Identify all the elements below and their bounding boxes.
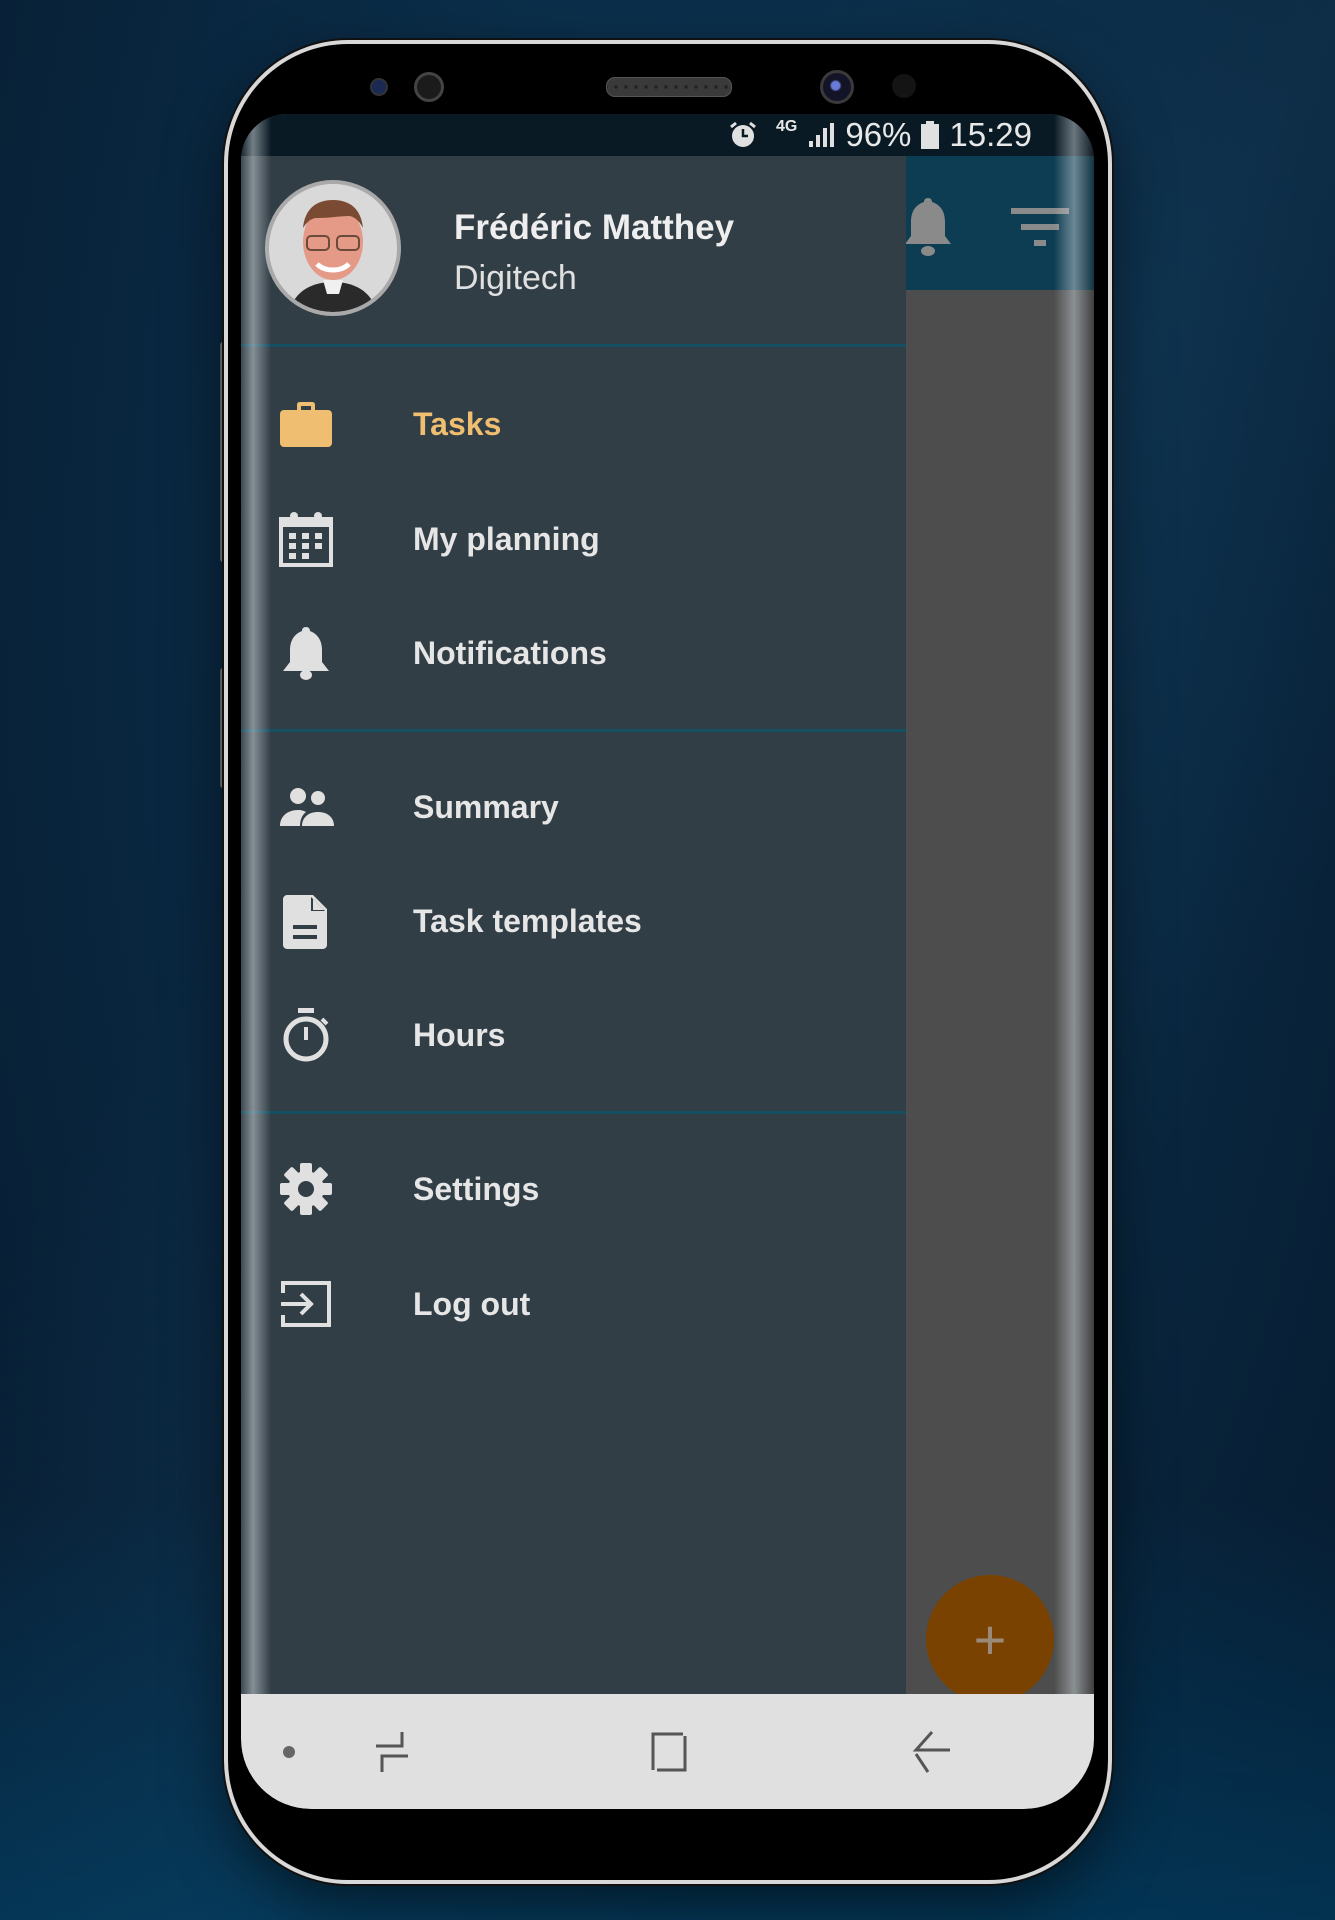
menu-label: Log out — [413, 1285, 531, 1322]
earpiece-speaker — [606, 77, 732, 97]
bell-icon — [277, 624, 335, 682]
battery-percent: 96% — [845, 116, 912, 153]
screen-edge-left — [241, 114, 271, 1694]
home-icon — [651, 1732, 687, 1772]
document-icon — [277, 892, 335, 950]
signal-bars-icon — [807, 121, 835, 149]
people-icon — [277, 778, 335, 836]
logout-icon — [277, 1275, 335, 1333]
clock-time: 15:29 — [949, 116, 1032, 153]
home-button[interactable] — [641, 1724, 697, 1780]
bell-icon[interactable] — [901, 196, 955, 263]
calendar-icon — [277, 510, 335, 568]
menu-item-log-out[interactable]: Log out — [241, 1254, 906, 1354]
iris-sensor — [414, 72, 444, 102]
phone-screen: 4G 96% 15:29 + Frédéric Matthey Digitech… — [241, 114, 1094, 1809]
back-button[interactable] — [904, 1724, 960, 1780]
nav-dot-indicator — [283, 1746, 295, 1758]
menu-label: Summary — [413, 788, 559, 825]
volume-up-button — [220, 342, 227, 562]
menu-item-notifications[interactable]: Notifications — [241, 603, 906, 703]
user-name: Frédéric Matthey — [454, 208, 735, 247]
bixby-button — [220, 668, 227, 788]
menu-label: Notifications — [413, 634, 607, 671]
menu-label: Hours — [413, 1016, 506, 1053]
briefcase-icon — [277, 395, 335, 453]
menu-label: Settings — [413, 1170, 540, 1207]
user-organization: Digitech — [454, 259, 577, 297]
status-bar: 4G 96% 15:29 — [241, 114, 1094, 156]
network-type: 4G — [776, 118, 798, 135]
drawer-header: Frédéric Matthey Digitech — [241, 156, 906, 344]
menu-item-settings[interactable]: Settings — [241, 1139, 906, 1239]
recent-apps-icon — [376, 1732, 408, 1772]
recent-apps-button[interactable] — [364, 1724, 420, 1780]
plus-icon: + — [973, 1607, 1007, 1671]
menu-item-summary[interactable]: Summary — [241, 757, 906, 857]
menu-item-tasks[interactable]: Tasks — [241, 374, 906, 474]
divider — [241, 344, 906, 347]
menu-item-hours[interactable]: Hours — [241, 985, 906, 1085]
navigation-drawer: Frédéric Matthey Digitech Tasks My plann… — [241, 156, 906, 1694]
stopwatch-icon — [277, 1006, 335, 1064]
screen-edge-right — [1054, 114, 1094, 1694]
menu-item-my-planning[interactable]: My planning — [241, 489, 906, 589]
divider — [241, 1111, 906, 1114]
menu-label: Task templates — [413, 902, 642, 939]
avatar[interactable] — [265, 180, 401, 316]
gear-icon — [277, 1160, 335, 1218]
back-icon — [912, 1731, 950, 1773]
system-nav-bar — [241, 1694, 1094, 1809]
proximity-sensor — [370, 78, 388, 96]
front-camera — [820, 70, 854, 104]
divider — [241, 729, 906, 732]
menu-label: My planning — [413, 520, 600, 557]
iris-camera — [892, 74, 916, 98]
alarm-clock-icon — [728, 120, 758, 150]
menu-item-task-templates[interactable]: Task templates — [241, 871, 906, 971]
menu-label: Tasks — [413, 405, 502, 442]
add-fab-button[interactable]: + — [926, 1575, 1054, 1703]
battery-icon — [921, 121, 940, 149]
